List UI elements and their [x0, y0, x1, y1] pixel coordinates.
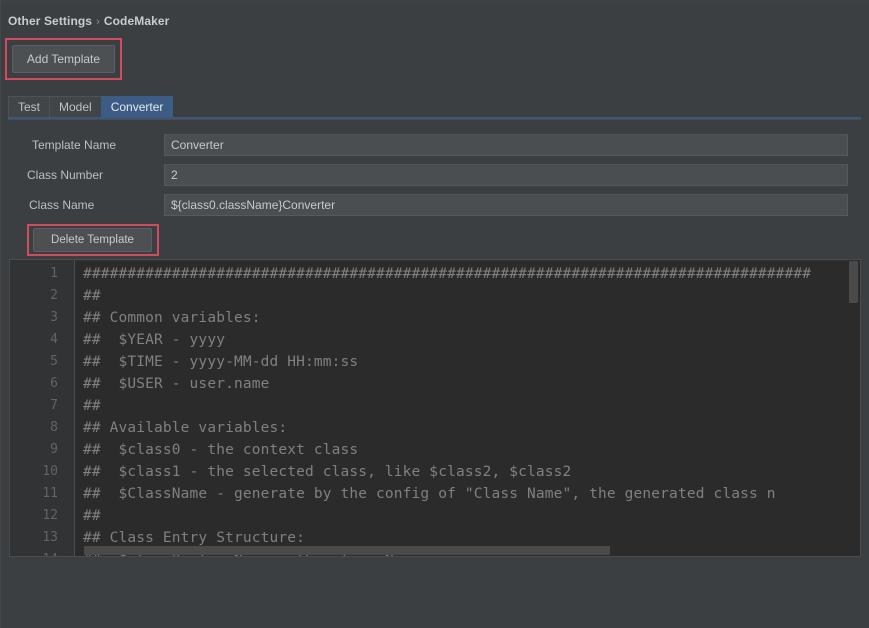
editor-line: 7 ##: [10, 395, 860, 417]
editor-line: 6 ## $USER - user.name: [10, 373, 860, 395]
editor-line: 2 ##: [10, 285, 860, 307]
editor-text-area[interactable]: 1#######################################…: [10, 263, 860, 557]
breadcrumb-separator-icon: ›: [92, 16, 104, 28]
editor-line: 10 ## $class1 - the selected class, like …: [10, 461, 860, 483]
delete-template-button[interactable]: Delete Template: [33, 228, 152, 252]
editor-line: 9 ## $class0 - the context class: [10, 439, 860, 461]
template-name-input[interactable]: [164, 134, 848, 156]
editor-horizontal-scrollbar-thumb[interactable]: [84, 546, 610, 555]
editor-vertical-scrollbar-track[interactable]: [847, 260, 860, 556]
editor-line-text: ## $class0 - the context class: [83, 439, 358, 461]
template-name-label: Template Name: [32, 134, 116, 156]
tab-model[interactable]: Model: [49, 96, 101, 117]
editor-line-text: ## $USER - user.name: [83, 373, 269, 395]
editor-line-number: 4: [10, 329, 58, 351]
editor-line-number: 9: [10, 439, 58, 461]
editor-line-number: 11: [10, 483, 58, 505]
tab-test[interactable]: Test: [8, 96, 49, 117]
breadcrumb: Other Settings›CodeMaker: [8, 14, 169, 28]
class-number-input[interactable]: [164, 164, 848, 186]
class-number-label: Class Number: [27, 164, 103, 186]
editor-line-text: ## $class1 - the selected class, like $c…: [83, 461, 571, 483]
editor-line-text: ## $YEAR - yyyy: [83, 329, 225, 351]
add-template-button[interactable]: Add Template: [12, 45, 115, 73]
template-tab-bar: Test Model Converter: [8, 96, 173, 117]
editor-vertical-scrollbar-thumb[interactable]: [849, 261, 858, 303]
editor-line-number: 6: [10, 373, 58, 395]
editor-line: 3 ## Common variables:: [10, 307, 860, 329]
editor-line: 12 ##: [10, 505, 860, 527]
class-name-input[interactable]: [164, 194, 848, 216]
breadcrumb-root[interactable]: Other Settings: [8, 14, 92, 28]
editor-line-number: 14: [10, 549, 58, 557]
tab-underline-shadow: [8, 119, 861, 120]
editor-line: 8 ## Available variables:: [10, 417, 860, 439]
editor-line: 11 ## $ClassName - generate by the config…: [10, 483, 860, 505]
editor-line-text: ## $TIME - yyyy-MM-dd HH:mm:ss: [83, 351, 358, 373]
editor-line-text: ##: [83, 505, 101, 527]
editor-line-number: 3: [10, 307, 58, 329]
editor-line-number: 13: [10, 527, 58, 549]
editor-line: 5 ## $TIME - yyyy-MM-dd HH:mm:ss: [10, 351, 860, 373]
editor-line-text: ##: [83, 395, 101, 417]
editor-line-text: ## $ClassName - generate by the config o…: [83, 483, 776, 505]
editor-line-text: ########################################…: [83, 263, 811, 285]
template-code-editor[interactable]: 1#######################################…: [9, 259, 861, 557]
class-name-label: Class Name: [29, 194, 94, 216]
editor-line-number: 12: [10, 505, 58, 527]
editor-line-number: 10: [10, 461, 58, 483]
editor-line-number: 1: [10, 263, 58, 285]
breadcrumb-current: CodeMaker: [104, 14, 170, 28]
editor-line: 1 #######################################…: [10, 263, 860, 285]
window-left-edge: [0, 0, 1, 628]
editor-line-text: ## Available variables:: [83, 417, 287, 439]
editor-line-number: 2: [10, 285, 58, 307]
editor-line-number: 7: [10, 395, 58, 417]
window-top-edge: [0, 0, 869, 3]
editor-line-text: ##: [83, 285, 101, 307]
tab-converter[interactable]: Converter: [101, 96, 174, 117]
editor-top-strip: [10, 260, 860, 261]
settings-dialog-body: Other Settings›CodeMaker Add Template Te…: [0, 0, 869, 628]
editor-line-text: ## Common variables:: [83, 307, 261, 329]
editor-line-number: 8: [10, 417, 58, 439]
editor-line-number: 5: [10, 351, 58, 373]
editor-line: 4 ## $YEAR - yyyy: [10, 329, 860, 351]
